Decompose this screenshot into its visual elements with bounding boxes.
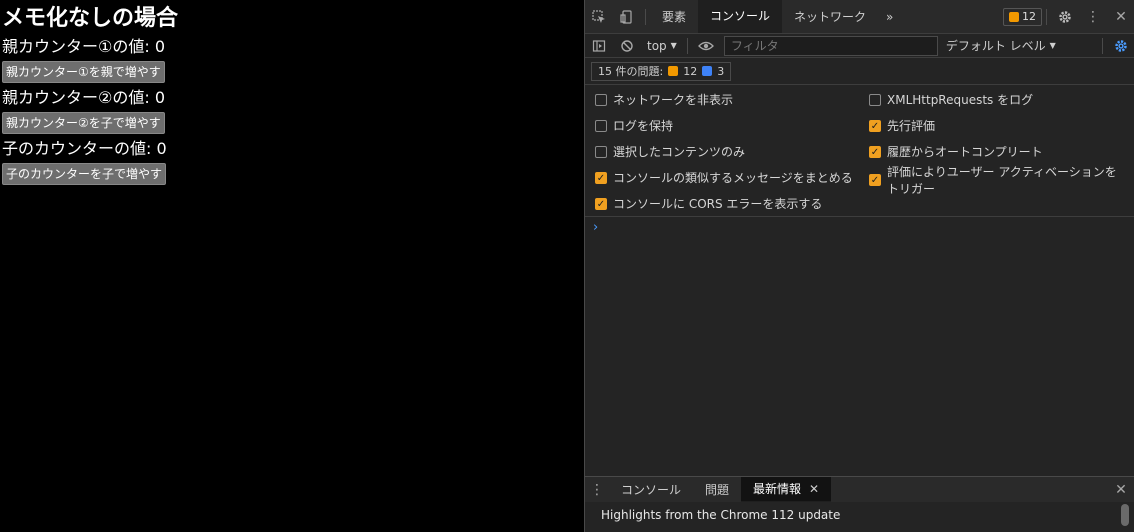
checkbox-checked[interactable]: ✓ [595, 172, 607, 184]
console-settings-pane: ネットワークを非表示 ログを保持 選択したコンテンツのみ ✓ コンソールの類似す… [585, 85, 1134, 217]
setting-label: 選択したコンテンツのみ [613, 145, 746, 159]
tab-network[interactable]: ネットワーク [782, 0, 878, 33]
setting-preserve-log[interactable]: ログを保持 [595, 118, 673, 135]
page-title: メモ化なしの場合 [2, 6, 179, 31]
drawer-tab-issues[interactable]: 問題 [693, 477, 741, 503]
issues-badge-count: 12 [1022, 10, 1036, 23]
chevron-down-icon: ▼ [1049, 41, 1056, 50]
issues-badge[interactable]: 12 [1003, 7, 1042, 26]
console-input-area[interactable]: › [585, 218, 1134, 476]
setting-label: 評価によりユーザー アクティベーションを トリガー [887, 165, 1117, 196]
log-level-label: デフォルト レベル [945, 39, 1046, 53]
close-icon[interactable]: ✕ [1107, 0, 1134, 33]
eye-icon[interactable] [692, 34, 720, 57]
info-message-icon [702, 66, 713, 76]
child-counter-value: 子のカウンターの値: 0 [2, 139, 167, 158]
setting-user-activation[interactable]: ✓ 評価によりユーザー アクティベーションを トリガー [869, 164, 1119, 198]
checkbox[interactable] [595, 146, 607, 158]
devtools-panel: 要素 コンソール ネットワーク » 12 ⋮ ✕ top ▼ フィルタ デフォル… [584, 0, 1134, 532]
prompt-chevron-icon: › [593, 220, 599, 235]
toolbar-divider [1046, 8, 1047, 25]
setting-log-xhr[interactable]: XMLHttpRequests をログ [869, 92, 1033, 109]
setting-label: XMLHttpRequests をログ [887, 93, 1034, 107]
devtools-tab-bar: 要素 コンソール ネットワーク » 12 ⋮ ✕ [585, 0, 1134, 34]
chevron-down-icon: ▼ [670, 41, 677, 50]
gear-icon[interactable] [1051, 0, 1079, 33]
increment-child-button[interactable]: 子のカウンターを子で増やす [2, 163, 167, 185]
close-drawer-icon[interactable]: ✕ [1107, 477, 1134, 502]
setting-hide-network[interactable]: ネットワークを非表示 [595, 92, 733, 109]
drawer-tab-label: 最新情報 [753, 482, 802, 496]
toolbar-divider [1102, 37, 1103, 54]
setting-group-similar[interactable]: ✓ コンソールの類似するメッセージをまとめる [595, 170, 853, 187]
setting-label: 先行評価 [887, 119, 936, 133]
toolbar-divider [686, 37, 688, 54]
whats-new-headline: Highlights from the Chrome 112 update [601, 508, 841, 522]
sidebar-toggle-icon[interactable] [585, 34, 613, 57]
warning-icon [1009, 11, 1019, 22]
parent-counter-2-value: 親カウンター②の値: 0 [2, 88, 166, 107]
whats-new-content: Highlights from the Chrome 112 update [585, 502, 1134, 532]
drawer-menu-icon[interactable]: ⋮ [585, 477, 609, 502]
context-selector[interactable]: top ▼ [641, 39, 683, 53]
toolbar-divider [645, 8, 646, 25]
warning-icon [668, 66, 679, 76]
issues-info-count: 3 [717, 64, 725, 78]
tab-console[interactable]: コンソール [698, 0, 783, 33]
drawer-tab-bar: ⋮ コンソール 問題 最新情報 ✕ ✕ [585, 476, 1134, 503]
checkbox[interactable] [595, 94, 607, 106]
issues-bar: 15 件の問題: 12 3 [585, 58, 1134, 85]
issues-summary-label: 15 件の問題: [598, 65, 664, 78]
setting-autocomplete-history[interactable]: ✓ 履歴からオートコンプリート [869, 144, 1043, 161]
issues-warning-count: 12 [683, 64, 698, 78]
drawer-tab-whats-new[interactable]: 最新情報 ✕ [741, 476, 832, 503]
app-page: メモ化なしの場合 親カウンター①の値: 0 親カウンター①を親で増やす 親カウン… [0, 0, 584, 532]
console-toolbar: top ▼ フィルタ デフォルト レベル ▼ [585, 34, 1134, 58]
more-tabs-button[interactable]: » [878, 0, 901, 33]
checkbox-checked[interactable]: ✓ [869, 146, 881, 158]
drawer-tab-console[interactable]: コンソール [609, 477, 693, 503]
setting-show-cors-errors[interactable]: ✓ コンソールに CORS エラーを表示する [595, 196, 822, 213]
increment-parent-1-button[interactable]: 親カウンター①を親で増やす [2, 61, 165, 83]
console-settings-gear-icon[interactable] [1107, 34, 1134, 57]
inspect-element-icon[interactable] [585, 0, 613, 33]
setting-label: 履歴からオートコンプリート [887, 145, 1043, 159]
parent-counter-1-value: 親カウンター①の値: 0 [2, 37, 166, 56]
close-tab-icon[interactable]: ✕ [809, 482, 819, 496]
filter-input[interactable]: フィルタ [723, 35, 938, 56]
log-level-selector[interactable]: デフォルト レベル ▼ [946, 37, 1056, 54]
increment-parent-2-button[interactable]: 親カウンター②を子で増やす [2, 112, 165, 134]
setting-label: コンソールの類似するメッセージをまとめる [613, 171, 853, 185]
issues-summary-button[interactable]: 15 件の問題: 12 3 [591, 61, 732, 81]
setting-label: ログを保持 [613, 119, 674, 133]
setting-eager-evaluation[interactable]: ✓ 先行評価 [869, 118, 935, 135]
more-vertical-icon[interactable]: ⋮ [1079, 0, 1107, 33]
context-label: top [647, 38, 667, 53]
setting-selected-context-only[interactable]: 選択したコンテンツのみ [595, 144, 745, 161]
checkbox[interactable] [595, 120, 607, 132]
setting-label: ネットワークを非表示 [613, 93, 734, 107]
checkbox-checked[interactable]: ✓ [595, 198, 607, 210]
checkbox[interactable] [869, 94, 881, 106]
clear-console-icon[interactable] [613, 34, 641, 57]
checkbox-checked[interactable]: ✓ [869, 120, 881, 132]
device-toolbar-icon[interactable] [613, 0, 641, 33]
setting-label: コンソールに CORS エラーを表示する [613, 197, 823, 211]
tab-elements[interactable]: 要素 [650, 0, 698, 33]
scrollbar[interactable] [1121, 504, 1129, 526]
checkbox-checked[interactable]: ✓ [869, 174, 881, 186]
